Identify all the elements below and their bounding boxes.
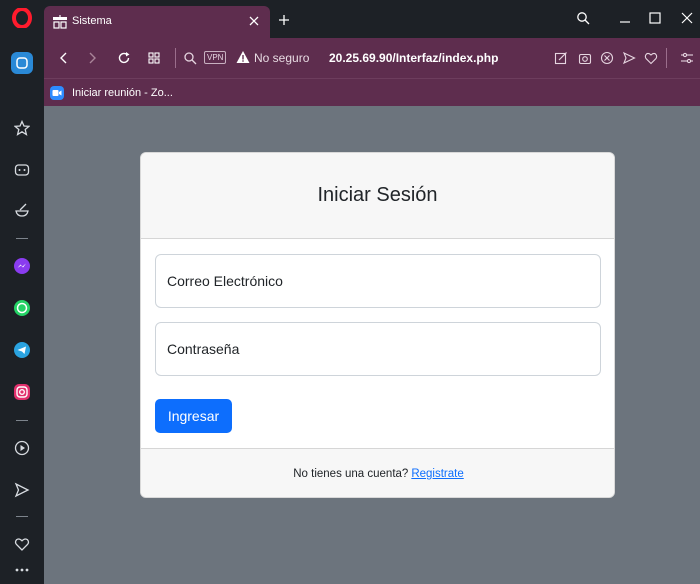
tab-strip: Sistema xyxy=(44,0,700,38)
toolbar-divider xyxy=(175,48,176,68)
sidebar-divider xyxy=(16,516,28,517)
email-field[interactable] xyxy=(155,254,601,308)
security-status[interactable]: No seguro xyxy=(254,51,309,65)
games-icon[interactable] xyxy=(8,156,36,184)
tab-sistema[interactable]: Sistema xyxy=(44,6,270,38)
camera-icon[interactable] xyxy=(576,49,594,67)
reload-icon[interactable] xyxy=(114,48,134,68)
opera-logo-icon[interactable] xyxy=(8,4,36,32)
card-header: Iniciar Sesión xyxy=(141,153,614,239)
more-icon[interactable] xyxy=(8,556,36,584)
minimize-icon[interactable] xyxy=(612,7,638,29)
close-window-icon[interactable] xyxy=(674,7,700,29)
bookmark-zoom-meeting[interactable]: Iniciar reunión - Zo... xyxy=(50,83,173,103)
easy-setup-icon[interactable] xyxy=(678,49,696,67)
toolbar-divider xyxy=(666,48,667,68)
page-title: Iniciar Sesión xyxy=(317,184,438,206)
telegram-icon[interactable] xyxy=(8,336,36,364)
sidebar-divider xyxy=(16,238,28,239)
instagram-icon[interactable] xyxy=(8,378,36,406)
messenger-icon[interactable] xyxy=(8,252,36,280)
vpn-badge[interactable]: VPN xyxy=(204,51,227,64)
url-field[interactable]: 20.25.69.90/Interfaz/index.php xyxy=(329,51,498,65)
login-button[interactable]: Ingresar xyxy=(155,399,232,433)
search-tabs-icon[interactable] xyxy=(570,7,596,29)
register-link[interactable]: Registrate xyxy=(411,468,463,480)
warning-icon[interactable] xyxy=(236,50,250,64)
bookmarks-star-icon[interactable] xyxy=(8,114,36,142)
login-card: Iniciar Sesión Ingresar No tienes una cu… xyxy=(140,152,615,498)
send-icon[interactable] xyxy=(8,476,36,504)
bookmark-label: Iniciar reunión - Zo... xyxy=(72,87,173,99)
forward-icon[interactable] xyxy=(82,48,102,68)
adblock-icon[interactable] xyxy=(598,49,616,67)
zoom-icon xyxy=(50,86,64,100)
footer-text: No tienes una cuenta? xyxy=(293,468,409,480)
heart-bookmark-icon[interactable] xyxy=(642,49,660,67)
new-tab-icon[interactable] xyxy=(274,10,294,30)
tab-favicon-icon xyxy=(52,14,68,30)
browser-sidebar xyxy=(0,0,44,584)
sidebar-divider xyxy=(16,420,28,421)
whatsapp-icon[interactable] xyxy=(8,294,36,322)
search-icon[interactable] xyxy=(180,48,200,68)
tab-title: Sistema xyxy=(72,15,112,27)
edit-icon[interactable] xyxy=(552,49,570,67)
heart-icon[interactable] xyxy=(8,530,36,558)
bowl-icon[interactable] xyxy=(8,196,36,224)
home-icon[interactable] xyxy=(11,52,33,74)
maximize-icon[interactable] xyxy=(642,7,668,29)
card-footer: No tienes una cuenta? Registrate xyxy=(141,448,614,497)
share-icon[interactable] xyxy=(620,49,638,67)
bookmarks-bar: Iniciar reunión - Zo... xyxy=(44,78,700,106)
speed-dial-icon[interactable] xyxy=(144,48,164,68)
back-icon[interactable] xyxy=(54,48,74,68)
page-content: Iniciar Sesión Ingresar No tienes una cu… xyxy=(44,106,700,584)
password-field[interactable] xyxy=(155,322,601,376)
player-icon[interactable] xyxy=(8,434,36,462)
tab-close-icon[interactable] xyxy=(244,11,264,31)
address-bar: VPN No seguro 20.25.69.90/Interfaz/index… xyxy=(44,38,700,78)
